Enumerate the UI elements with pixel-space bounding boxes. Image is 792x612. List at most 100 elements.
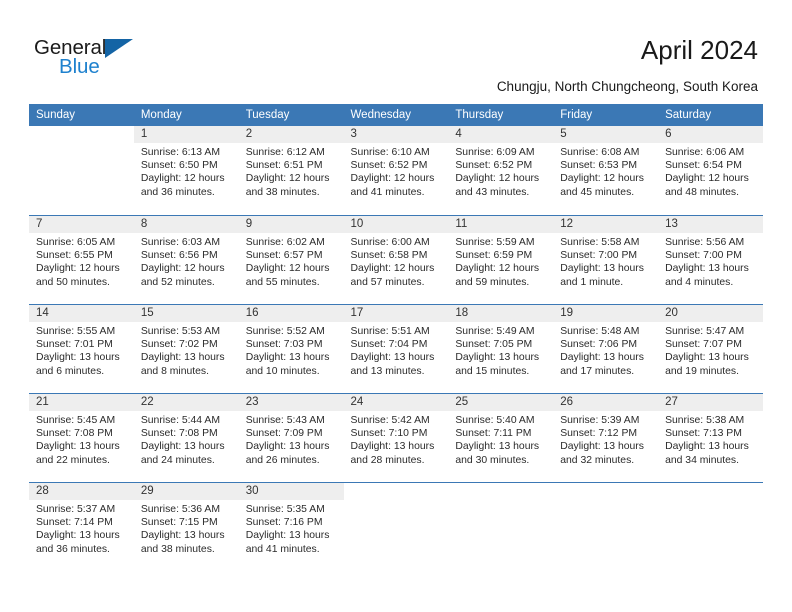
weekday-header-monday: Monday (133, 104, 239, 126)
sunset-time: Sunset: 7:09 PM (245, 428, 323, 440)
sun-times: Sunrise: 5:45 AM Sunset: 7:08 PM Daylight:… (29, 411, 134, 467)
daylight-duration-line2: and 59 minutes. (455, 276, 530, 288)
day-number: 11 (448, 216, 554, 233)
calendar-day[interactable]: 6 Sunrise: 6:06 AM Sunset: 6:54 PM Daylight… (658, 126, 763, 215)
day-number: 19 (553, 305, 659, 322)
calendar-cell: 13 Sunrise: 5:56 AM Sunset: 7:00 PM Dayligh… (658, 215, 763, 304)
calendar-day[interactable]: 18 Sunrise: 5:49 AM Sunset: 7:05 PM Dayligh… (448, 304, 554, 393)
sunset-time: Sunset: 7:04 PM (350, 339, 428, 351)
sunrise-time: Sunrise: 5:56 AM (665, 237, 745, 248)
sunset-time: Sunset: 7:14 PM (36, 517, 113, 529)
calendar-day[interactable]: 23 Sunrise: 5:43 AM Sunset: 7:09 PM Dayligh… (238, 393, 344, 482)
sunrise-time: Sunrise: 5:52 AM (245, 326, 325, 337)
daylight-duration-line1: Daylight: 13 hours (350, 352, 435, 364)
calendar-cell: 9 Sunrise: 6:02 AM Sunset: 6:57 PM Daylight… (238, 215, 344, 304)
calendar-day[interactable]: 11 Sunrise: 5:59 AM Sunset: 6:59 PM Dayligh… (448, 215, 554, 304)
sun-times: Sunrise: 5:42 AM Sunset: 7:10 PM Daylight:… (344, 411, 449, 467)
daylight-duration-line1: Daylight: 12 hours (455, 173, 540, 185)
sunset-time: Sunset: 6:55 PM (36, 250, 113, 262)
day-number: 8 (133, 216, 239, 233)
calendar-day[interactable]: 29 Sunrise: 5:36 AM Sunset: 7:15 PM Dayligh… (133, 482, 239, 574)
calendar-cell: 14 Sunrise: 5:55 AM Sunset: 7:01 PM Dayligh… (29, 304, 134, 393)
calendar-cell: 15 Sunrise: 5:53 AM Sunset: 7:02 PM Dayligh… (133, 304, 239, 393)
calendar-day[interactable]: 2 Sunrise: 6:12 AM Sunset: 6:51 PM Daylight… (238, 126, 344, 215)
calendar-day[interactable]: 12 Sunrise: 5:58 AM Sunset: 7:00 PM Dayligh… (553, 215, 659, 304)
calendar-day[interactable]: 21 Sunrise: 5:45 AM Sunset: 7:08 PM Dayligh… (29, 393, 134, 482)
sunset-time: Sunset: 6:59 PM (455, 250, 533, 262)
sun-times: Sunrise: 5:35 AM Sunset: 7:16 PM Daylight:… (239, 500, 344, 556)
calendar-day[interactable]: 22 Sunrise: 5:44 AM Sunset: 7:08 PM Dayligh… (133, 393, 239, 482)
weekday-header-wednesday: Wednesday (343, 104, 449, 126)
sunrise-time: Sunrise: 5:35 AM (245, 504, 325, 515)
daylight-duration-line2: and 36 minutes. (140, 186, 215, 198)
daylight-duration-line1: Daylight: 13 hours (665, 263, 749, 275)
daylight-duration-line2: and 41 minutes. (245, 543, 320, 555)
daylight-duration-line1: Daylight: 13 hours (245, 352, 330, 364)
calendar-week-row: 1 Sunrise: 6:13 AM Sunset: 6:50 PM Daylight… (29, 126, 763, 215)
daylight-duration-line1: Daylight: 13 hours (665, 441, 749, 453)
page-subtitle: Chungju, North Chungcheong, South Korea (496, 79, 758, 94)
day-number: 22 (133, 394, 239, 411)
calendar-day[interactable]: 19 Sunrise: 5:48 AM Sunset: 7:06 PM Dayligh… (553, 304, 659, 393)
sunset-time: Sunset: 7:02 PM (140, 339, 218, 351)
calendar-day[interactable]: 15 Sunrise: 5:53 AM Sunset: 7:02 PM Dayligh… (133, 304, 239, 393)
daylight-duration-line2: and 22 minutes. (36, 454, 110, 466)
calendar-cell: 2 Sunrise: 6:12 AM Sunset: 6:51 PM Daylight… (238, 126, 344, 215)
calendar-day[interactable]: 17 Sunrise: 5:51 AM Sunset: 7:04 PM Dayligh… (343, 304, 449, 393)
sunset-time: Sunset: 7:00 PM (665, 250, 742, 262)
sunset-time: Sunset: 7:16 PM (245, 517, 323, 529)
daylight-duration-line2: and 15 minutes. (455, 365, 530, 377)
calendar-day[interactable]: 24 Sunrise: 5:42 AM Sunset: 7:10 PM Dayligh… (343, 393, 449, 482)
calendar-day[interactable]: 16 Sunrise: 5:52 AM Sunset: 7:03 PM Dayligh… (238, 304, 344, 393)
calendar-day[interactable]: 1 Sunrise: 6:13 AM Sunset: 6:50 PM Daylight… (133, 126, 239, 215)
sunrise-time: Sunrise: 5:53 AM (140, 326, 220, 337)
daylight-duration-line1: Daylight: 12 hours (140, 263, 225, 275)
sunrise-sunset-calendar: Sunday Monday Tuesday Wednesday Thursday… (29, 104, 763, 574)
sun-times: Sunrise: 5:48 AM Sunset: 7:06 PM Daylight:… (553, 322, 658, 378)
calendar-cell (343, 482, 449, 574)
brand-name-bottom: Blue (59, 55, 100, 78)
daylight-duration-line2: and 19 minutes. (665, 365, 739, 377)
calendar-day[interactable]: 7 Sunrise: 6:05 AM Sunset: 6:55 PM Daylight… (29, 215, 134, 304)
day-number (344, 483, 449, 500)
weekday-header-tuesday: Tuesday (238, 104, 344, 126)
calendar-day[interactable]: 13 Sunrise: 5:56 AM Sunset: 7:00 PM Dayligh… (658, 215, 763, 304)
calendar-cell: 17 Sunrise: 5:51 AM Sunset: 7:04 PM Dayligh… (343, 304, 449, 393)
calendar-day[interactable]: 3 Sunrise: 6:10 AM Sunset: 6:52 PM Daylight… (343, 126, 449, 215)
calendar-day[interactable]: 28 Sunrise: 5:37 AM Sunset: 7:14 PM Dayligh… (29, 482, 134, 574)
calendar-cell: 22 Sunrise: 5:44 AM Sunset: 7:08 PM Dayligh… (133, 393, 239, 482)
sunrise-time: Sunrise: 5:40 AM (455, 415, 535, 426)
day-number: 29 (133, 483, 239, 500)
calendar-day[interactable]: 26 Sunrise: 5:39 AM Sunset: 7:12 PM Dayligh… (553, 393, 659, 482)
daylight-duration-line1: Daylight: 13 hours (245, 441, 330, 453)
sunrise-time: Sunrise: 5:47 AM (665, 326, 745, 337)
sun-times: Sunrise: 6:13 AM Sunset: 6:50 PM Daylight:… (134, 143, 239, 199)
calendar-day[interactable]: 27 Sunrise: 5:38 AM Sunset: 7:13 PM Dayligh… (658, 393, 763, 482)
calendar-day[interactable]: 14 Sunrise: 5:55 AM Sunset: 7:01 PM Dayligh… (29, 304, 134, 393)
daylight-duration-line2: and 24 minutes. (140, 454, 215, 466)
calendar-day[interactable]: 8 Sunrise: 6:03 AM Sunset: 6:56 PM Daylight… (133, 215, 239, 304)
calendar-day[interactable]: 10 Sunrise: 6:00 AM Sunset: 6:58 PM Dayligh… (343, 215, 449, 304)
calendar-day[interactable]: 5 Sunrise: 6:08 AM Sunset: 6:53 PM Daylight… (553, 126, 659, 215)
calendar-cell: 16 Sunrise: 5:52 AM Sunset: 7:03 PM Dayligh… (238, 304, 344, 393)
day-number: 28 (29, 483, 134, 500)
calendar-cell: 4 Sunrise: 6:09 AM Sunset: 6:52 PM Daylight… (448, 126, 554, 215)
calendar-cell: 5 Sunrise: 6:08 AM Sunset: 6:53 PM Daylight… (553, 126, 659, 215)
day-number: 9 (238, 216, 344, 233)
sunset-time: Sunset: 6:57 PM (245, 250, 323, 262)
daylight-duration-line1: Daylight: 13 hours (455, 441, 540, 453)
day-number: 16 (238, 305, 344, 322)
calendar-cell: 24 Sunrise: 5:42 AM Sunset: 7:10 PM Dayligh… (343, 393, 449, 482)
calendar-day[interactable]: 25 Sunrise: 5:40 AM Sunset: 7:11 PM Dayligh… (448, 393, 554, 482)
sunrise-time: Sunrise: 6:13 AM (140, 147, 220, 158)
daylight-duration-line2: and 30 minutes. (455, 454, 530, 466)
brand-logo[interactable]: General Blue (34, 36, 154, 80)
calendar-day[interactable]: 20 Sunrise: 5:47 AM Sunset: 7:07 PM Dayligh… (658, 304, 763, 393)
sun-times: Sunrise: 5:43 AM Sunset: 7:09 PM Daylight:… (239, 411, 344, 467)
calendar-day[interactable]: 9 Sunrise: 6:02 AM Sunset: 6:57 PM Daylight… (238, 215, 344, 304)
sun-times: Sunrise: 6:08 AM Sunset: 6:53 PM Daylight:… (553, 143, 658, 199)
calendar-day[interactable]: 30 Sunrise: 5:35 AM Sunset: 7:16 PM Dayligh… (238, 482, 344, 574)
sunrise-time: Sunrise: 6:03 AM (140, 237, 220, 248)
sunset-time: Sunset: 7:00 PM (560, 250, 638, 262)
calendar-day[interactable]: 4 Sunrise: 6:09 AM Sunset: 6:52 PM Daylight… (448, 126, 554, 215)
